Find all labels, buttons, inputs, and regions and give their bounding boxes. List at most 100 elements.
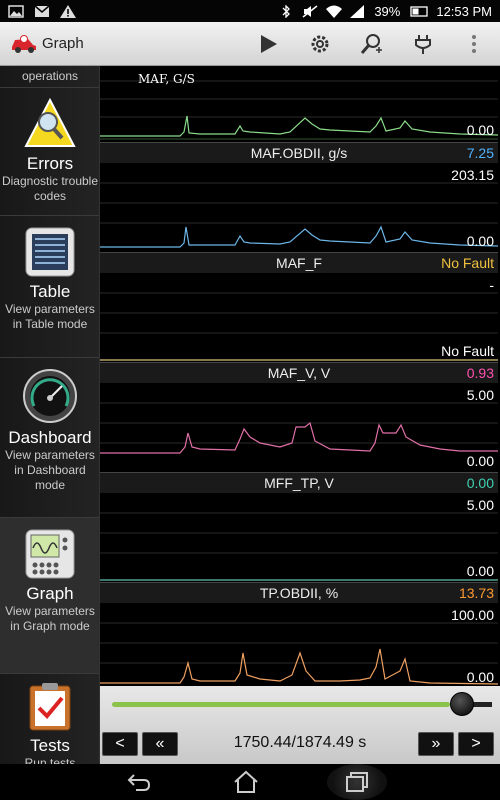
picture-icon	[8, 4, 24, 18]
play-button[interactable]	[243, 22, 294, 66]
gauge-icon	[23, 369, 77, 423]
sidebar-item-title: Graph	[26, 584, 74, 603]
sidebar-item-title: Errors	[26, 154, 74, 173]
graph-title: TP.OBDII, %	[259, 585, 339, 601]
sidebar: operations Errors Diagnostic trouble cod…	[0, 66, 100, 764]
recent-apps-button[interactable]	[327, 764, 387, 800]
battery-percent: 39%	[374, 3, 401, 19]
sidebar-item-errors[interactable]: Errors Diagnostic trouble codes	[0, 88, 99, 216]
sidebar-item-desc: operations	[21, 69, 79, 83]
graph-min: 0.00	[466, 122, 494, 138]
graph-title: MFF_TP, V	[264, 475, 334, 491]
status-bar: 39% 12:53 PM	[0, 0, 500, 22]
graph-max: 203.15	[451, 167, 494, 183]
car-logo-icon	[12, 34, 36, 53]
overflow-menu-button[interactable]	[449, 22, 500, 66]
graph-trace	[100, 115, 498, 137]
graph-panel-mff-tp[interactable]: MFF_TP, V 0.00 5.00 0.00	[100, 473, 498, 583]
sidebar-item-desc: Diagnostic trouble codes	[1, 174, 99, 203]
graph-trace	[100, 421, 498, 454]
graph-current-value: 0.93	[466, 365, 494, 381]
sidebar-item-title: Tests	[30, 736, 70, 755]
mute-icon	[302, 4, 318, 18]
graph-title-partial: MAF, G/S	[138, 72, 195, 86]
back-arrow-icon	[127, 774, 151, 791]
fast-rewind-button[interactable]: «	[142, 732, 178, 756]
warning-icon	[60, 4, 76, 18]
warning-magnifier-icon	[24, 98, 76, 147]
graph-min: 0.00	[466, 233, 494, 249]
graph-panel-tp-obdii[interactable]: TP.OBDII, % 13.73 100.00 0.00	[100, 583, 498, 686]
table-icon	[25, 227, 75, 277]
play-icon	[261, 34, 278, 53]
timeline-slider-handle[interactable]	[450, 692, 475, 716]
graph-trace	[100, 225, 498, 248]
graph-max: 100.00	[451, 607, 494, 623]
graph-header: MAF_V, V 0.93	[100, 363, 498, 383]
sidebar-item-dashboard[interactable]: Dashboard View parameters in Dashboard m…	[0, 358, 99, 518]
sidebar-item-graph[interactable]: Graph View parameters in Graph mode	[0, 518, 99, 674]
system-nav-bar	[0, 764, 500, 800]
graph-header: MAF_F No Fault	[100, 253, 498, 273]
graph-panel-maf-v[interactable]: MAF_V, V 0.93 5.00 0.00	[100, 363, 498, 473]
zoom-button[interactable]	[346, 22, 397, 66]
bluetooth-icon	[282, 4, 291, 18]
graph-title: MAF.OBDII, g/s	[250, 145, 348, 161]
graph-panel-maf-f[interactable]: MAF_F No Fault - No Fault	[100, 253, 498, 363]
sidebar-item-tests[interactable]: Tests Run tests	[0, 674, 99, 764]
sidebar-item-title: Dashboard	[8, 428, 92, 447]
graph-current-value: 0.00	[466, 475, 494, 491]
timeline-slider[interactable]	[112, 702, 451, 707]
signal-icon	[350, 4, 365, 18]
clipboard-check-icon	[29, 683, 71, 731]
sidebar-item-operations[interactable]: operations	[0, 66, 99, 88]
back-button[interactable]	[113, 766, 165, 798]
plug-icon	[414, 34, 431, 54]
graph-current-value: 13.73	[458, 585, 494, 601]
graph-min: 0.00	[466, 669, 494, 685]
fast-forward-button[interactable]: »	[418, 732, 454, 756]
app-home[interactable]: Graph	[0, 33, 243, 55]
graph-panel-maf-obdii[interactable]: MAF.OBDII, g/s 7.25 203.15 0.00	[100, 143, 498, 253]
graph-title: MAF_F	[276, 255, 322, 271]
mail-icon	[34, 4, 50, 17]
graph-title: MAF_V, V	[267, 365, 331, 381]
graph-max: 5.00	[466, 497, 494, 513]
home-button[interactable]	[220, 766, 272, 798]
graph-min: No Fault	[441, 343, 494, 359]
sidebar-item-title: Table	[29, 282, 71, 301]
settings-button[interactable]	[294, 22, 345, 66]
connect-button[interactable]	[397, 22, 448, 66]
step-back-button[interactable]: <	[102, 732, 138, 756]
sidebar-item-desc: View parameters in Graph mode	[5, 604, 95, 633]
app-title: Graph	[42, 35, 84, 52]
sidebar-item-desc: View parameters in Dashboard mode	[5, 448, 95, 492]
step-forward-button[interactable]: >	[458, 732, 494, 756]
oscilloscope-icon	[25, 529, 75, 579]
action-bar: Graph	[0, 22, 500, 66]
graph-current-value: 7.25	[466, 145, 494, 161]
sidebar-item-table[interactable]: Table View parameters in Table mode	[0, 216, 99, 358]
graph-current-value: No Fault	[441, 255, 494, 271]
clock: 12:53 PM	[436, 3, 492, 19]
gear-icon	[311, 35, 329, 52]
battery-icon	[410, 5, 428, 17]
more-vertical-icon	[472, 34, 477, 53]
wifi-icon	[326, 5, 343, 18]
graph-max: 5.00	[466, 387, 494, 403]
graph-panel-maf[interactable]: MAF, G/S 0.00	[100, 66, 498, 143]
graph-header: MFF_TP, V 0.00	[100, 473, 498, 493]
graph-min: 0.00	[466, 563, 494, 579]
graph-max: -	[489, 277, 494, 293]
sidebar-item-desc: View parameters in Table mode	[5, 302, 95, 331]
graph-trace	[100, 648, 498, 685]
graph-header: TP.OBDII, % 13.73	[100, 583, 498, 603]
home-icon	[234, 770, 258, 793]
playback-time: 1750.44/1874.49 s	[233, 734, 367, 751]
sidebar-item-desc: Run tests	[24, 756, 76, 764]
magnifier-plus-icon	[361, 33, 383, 54]
graph-min: 0.00	[466, 453, 494, 469]
graph-area[interactable]: MAF, G/S 0.00 MAF.OBDII, g/s 7.25 203.15…	[100, 66, 500, 686]
recent-apps-icon	[346, 772, 368, 792]
playback-controls: < « 1750.44/1874.49 s » >	[100, 686, 500, 764]
